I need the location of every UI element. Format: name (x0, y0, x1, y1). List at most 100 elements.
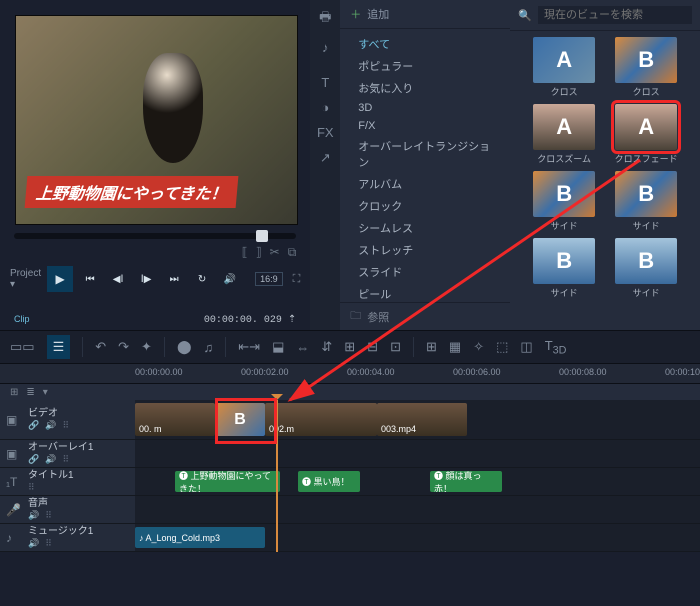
browse-row[interactable]: 🗀 参照 (340, 302, 510, 330)
category-item[interactable]: シームレス (340, 217, 510, 239)
title-tab-icon[interactable]: T (321, 75, 329, 90)
group-icon[interactable]: ▦ (449, 339, 461, 355)
video-clip[interactable]: 002.m (265, 403, 377, 436)
playhead[interactable] (276, 400, 278, 552)
transition-thumb[interactable]: Bクロス (610, 37, 682, 98)
timecode[interactable]: 00:00:00. 029 ⇡ (204, 314, 296, 326)
thumbnail-grid: AクロスBクロスAクロスズームAクロスフェードBサイドBサイドBサイドBサイド (510, 31, 700, 330)
category-item[interactable]: ポピュラー (340, 55, 510, 77)
path-tab-icon[interactable]: ↗ (320, 150, 331, 166)
transition-thumb[interactable]: Bサイド (528, 171, 600, 232)
autoscroll-icon[interactable]: ⇔ (296, 340, 309, 355)
volume-button[interactable]: 🔊 (219, 268, 241, 290)
tools-icon[interactable]: ✦ (141, 339, 152, 355)
mark-in-icon[interactable]: ⟦ (242, 245, 248, 260)
video-clip[interactable]: 003.mp4 (377, 403, 467, 436)
category-item[interactable]: すべて (340, 33, 510, 55)
lock-icon[interactable]: ⠿ (62, 420, 69, 431)
goto-end-button[interactable]: ⏭ (163, 268, 185, 290)
category-item[interactable]: オーバーレイトランジション (340, 135, 510, 173)
record-icon[interactable]: ⬤ (177, 339, 192, 355)
tracktool-1-icon[interactable]: ⊞ (344, 339, 355, 355)
sound-tab-icon[interactable]: ♪ (322, 40, 329, 55)
music-track-icon: ♪ (6, 531, 22, 545)
tracktool-3-icon[interactable]: ⊡ (390, 339, 401, 355)
prev-frame-button[interactable]: ◀Ⅰ (107, 268, 129, 290)
title-clip[interactable]: 🅣 上野動物園にやってきた！ (175, 471, 280, 492)
goto-start-button[interactable]: ⏮ (79, 268, 101, 290)
thumb-label: サイド (551, 286, 578, 299)
transition-thumb[interactable]: Aクロスズーム (528, 104, 600, 165)
play-button[interactable]: ▶ (47, 266, 73, 292)
search-input[interactable] (538, 6, 692, 24)
transition-thumb[interactable]: Aクロス (528, 37, 600, 98)
transition-thumb[interactable]: Bサイド (610, 171, 682, 232)
mute-icon[interactable]: 🔊 (45, 420, 56, 431)
fullscreen-icon[interactable]: ⛶ (293, 273, 301, 286)
transition-thumb[interactable]: Bサイド (610, 238, 682, 299)
audio-clip[interactable]: ♪ A_Long_Cold.mp3 (135, 527, 265, 548)
overlay-track-icon: ▣ (6, 447, 22, 461)
snapshot-icon[interactable]: ⧉ (288, 245, 297, 260)
scrubber[interactable] (14, 233, 296, 239)
category-item[interactable]: お気に入り (340, 77, 510, 99)
category-item[interactable]: 3D (340, 99, 510, 117)
next-frame-button[interactable]: Ⅰ▶ (135, 268, 157, 290)
subtitle-icon[interactable]: ⬚ (496, 339, 508, 355)
timeline-ruler[interactable]: 00:00:00.0000:00:02.0000:00:04.0000:00:0… (0, 364, 700, 384)
category-item[interactable]: ピール (340, 283, 510, 302)
title-track-body[interactable]: 🅣 上野動物園にやってきた！ 🅣 黒い鳥！ 🅣 顔は真っ赤！ (135, 468, 700, 495)
add-button[interactable]: ＋ 追加 (340, 0, 510, 29)
voice-track-icon: 🎤 (6, 503, 22, 517)
loop-button[interactable]: ↻ (191, 268, 213, 290)
timeline-view-icon[interactable]: ☰ (47, 335, 71, 359)
playback-mode-label[interactable]: Project Clip ▾ (10, 268, 41, 290)
track-label: タイトル1 (28, 470, 74, 482)
transition-thumb[interactable]: Aクロスフェード (610, 104, 682, 165)
tracking-icon[interactable]: ✧ (473, 339, 484, 355)
title-clip[interactable]: 🅣 顔は真っ赤！ (430, 471, 502, 492)
storyboard-view-icon[interactable]: ▭▭ (10, 339, 35, 355)
track-title: ₁T タイトル1 ⠿ 🅣 上野動物園にやってきた！🅣 黒い鳥！🅣 顔は真っ赤！ (0, 468, 700, 496)
preview-viewport[interactable]: 上野動物園にやってきた！ (15, 15, 298, 225)
video-clip[interactable]: 00. m (135, 403, 215, 436)
category-item[interactable]: アルバム (340, 173, 510, 195)
category-item[interactable]: ストレッチ (340, 239, 510, 261)
category-item[interactable]: F/X (340, 117, 510, 135)
ripple-icon[interactable]: ⇵ (321, 339, 332, 355)
search-icon: 🔍 (518, 9, 532, 22)
music-track-body[interactable]: ♪ A_Long_Cold.mp3 (135, 524, 700, 551)
add-track-icon[interactable]: ⊞ (10, 387, 18, 398)
split-icon[interactable]: ✂ (270, 245, 280, 260)
undo-icon[interactable]: ↶ (95, 339, 106, 355)
overlay-track-body[interactable] (135, 440, 700, 467)
mark-out-icon[interactable]: ⟧ (256, 245, 262, 260)
track-sort-icon[interactable]: ▾ (43, 387, 48, 398)
track-menu-icon[interactable]: ≣ (26, 387, 34, 398)
video-track-body[interactable]: 00. mB002.m003.mp4 (135, 400, 700, 439)
guides-icon[interactable]: ⊞ (426, 339, 437, 355)
mixer-icon[interactable]: ♫ (204, 340, 214, 355)
graphic-tab-icon[interactable]: ◑ (321, 100, 329, 115)
media-tab-icon[interactable]: 🖶 (319, 8, 331, 30)
multicam-icon[interactable]: ◫ (520, 339, 532, 355)
thumb-label: サイド (633, 286, 660, 299)
transition-thumb[interactable]: Bサイド (528, 238, 600, 299)
ruler-tick: 00:00:00.00 (135, 367, 183, 377)
preview-title-overlay: 上野動物園にやってきた！ (25, 176, 239, 208)
voice-track-body[interactable] (135, 496, 700, 523)
link-icon[interactable]: 🔗 (28, 420, 39, 431)
title-clip[interactable]: 🅣 黒い鳥！ (298, 471, 360, 492)
filter-tab-icon[interactable]: FX (317, 125, 334, 140)
category-item[interactable]: スライド (340, 261, 510, 283)
3d-title-icon[interactable]: T3D (545, 338, 567, 357)
category-item[interactable]: クロック (340, 195, 510, 217)
snap-icon[interactable]: ⇤⇥ (238, 339, 260, 355)
redo-icon[interactable]: ↷ (118, 339, 129, 355)
aspect-badge[interactable]: 16:9 (255, 272, 283, 286)
track-label: ミュージック1 (28, 526, 93, 538)
tracktool-2-icon[interactable]: ⊟ (367, 339, 378, 355)
library-type-rail: 🖶 ♪ T ◑ FX ↗ (310, 0, 340, 330)
transition-clip[interactable]: B (215, 403, 265, 436)
marker-icon[interactable]: ⬓ (272, 339, 284, 355)
